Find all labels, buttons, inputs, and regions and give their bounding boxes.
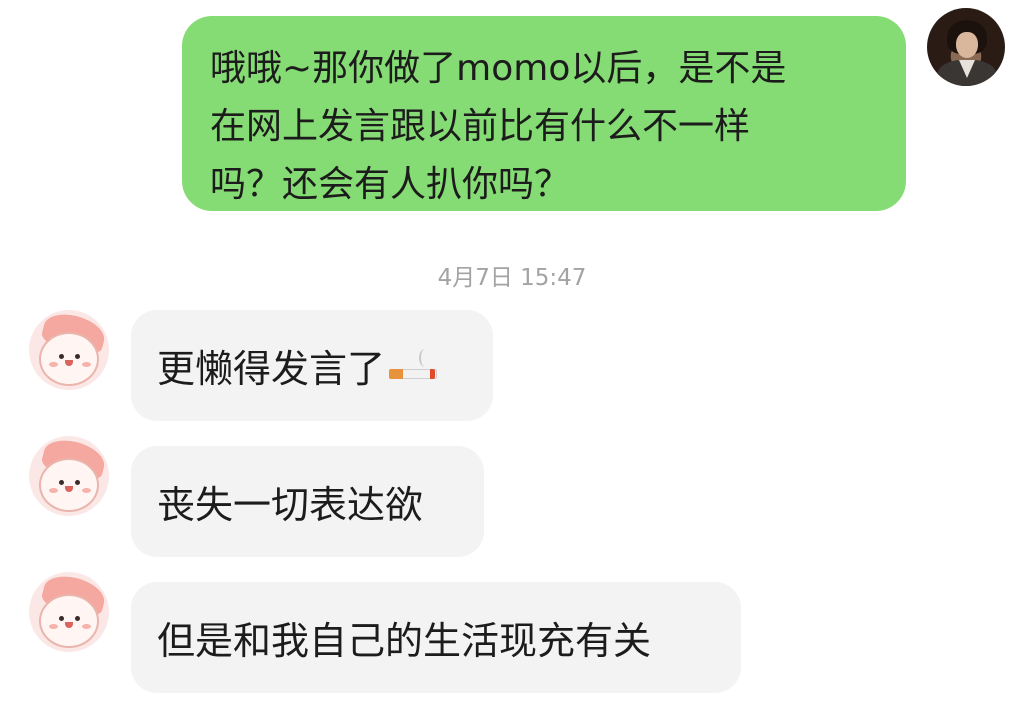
chat-view: 哦哦~那你做了momo以后，是不是 在网上发言跟以前比有什么不一样 吗？还会有人…	[0, 0, 1024, 708]
peer-avatar[interactable]	[29, 436, 109, 516]
sent-message-row: 哦哦~那你做了momo以后，是不是 在网上发言跟以前比有什么不一样 吗？还会有人…	[182, 16, 906, 211]
received-message-text: 丧失一切表达欲	[157, 483, 424, 527]
received-message-text: 但是和我自己的生活现充有关	[157, 619, 652, 663]
sent-message-line: 哦哦~那你做了momo以后，是不是	[210, 48, 787, 89]
received-message-text: 更懒得发言了	[157, 347, 386, 391]
cigarette-emoji-icon	[389, 348, 438, 381]
message-timestamp: 4月7日 15:47	[437, 265, 587, 291]
peer-avatar[interactable]	[29, 572, 109, 652]
sent-message-line: 在网上发言跟以前比有什么不一样	[210, 106, 751, 147]
peer-avatar[interactable]	[29, 310, 109, 390]
received-message-bubble[interactable]: 但是和我自己的生活现充有关	[131, 582, 741, 693]
self-avatar[interactable]	[927, 8, 1005, 86]
received-message-bubble[interactable]: 更懒得发言了	[131, 310, 493, 421]
sent-message-bubble[interactable]: 哦哦~那你做了momo以后，是不是 在网上发言跟以前比有什么不一样 吗？还会有人…	[182, 16, 906, 211]
received-message-bubble[interactable]: 丧失一切表达欲	[131, 446, 484, 557]
sent-message-line: 吗？还会有人扒你吗？	[210, 164, 571, 205]
